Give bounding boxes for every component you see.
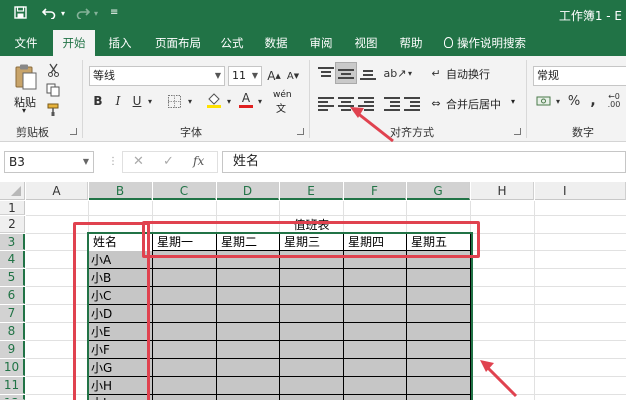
formula-bar: B3 ▼ ⋮ ✕ ✓ fx 姓名 — [0, 142, 626, 182]
name-box-value: B3 — [9, 155, 25, 169]
cancel-entry-icon[interactable]: ✕ — [133, 154, 144, 169]
confirm-entry-icon[interactable]: ✓ — [163, 154, 174, 169]
formula-input[interactable]: 姓名 — [222, 151, 626, 173]
worksheet-grid: A B C D E F G H I 1 2 3 4 5 6 7 8 9 10 1… — [0, 182, 626, 400]
drag-handle-icon[interactable]: ⋮ — [108, 156, 118, 167]
name-box[interactable]: B3 ▼ — [4, 151, 94, 173]
insert-function-icon[interactable]: fx — [193, 154, 204, 168]
grid-annotation-arrow — [480, 360, 518, 398]
chevron-down-icon: ▼ — [82, 157, 89, 166]
